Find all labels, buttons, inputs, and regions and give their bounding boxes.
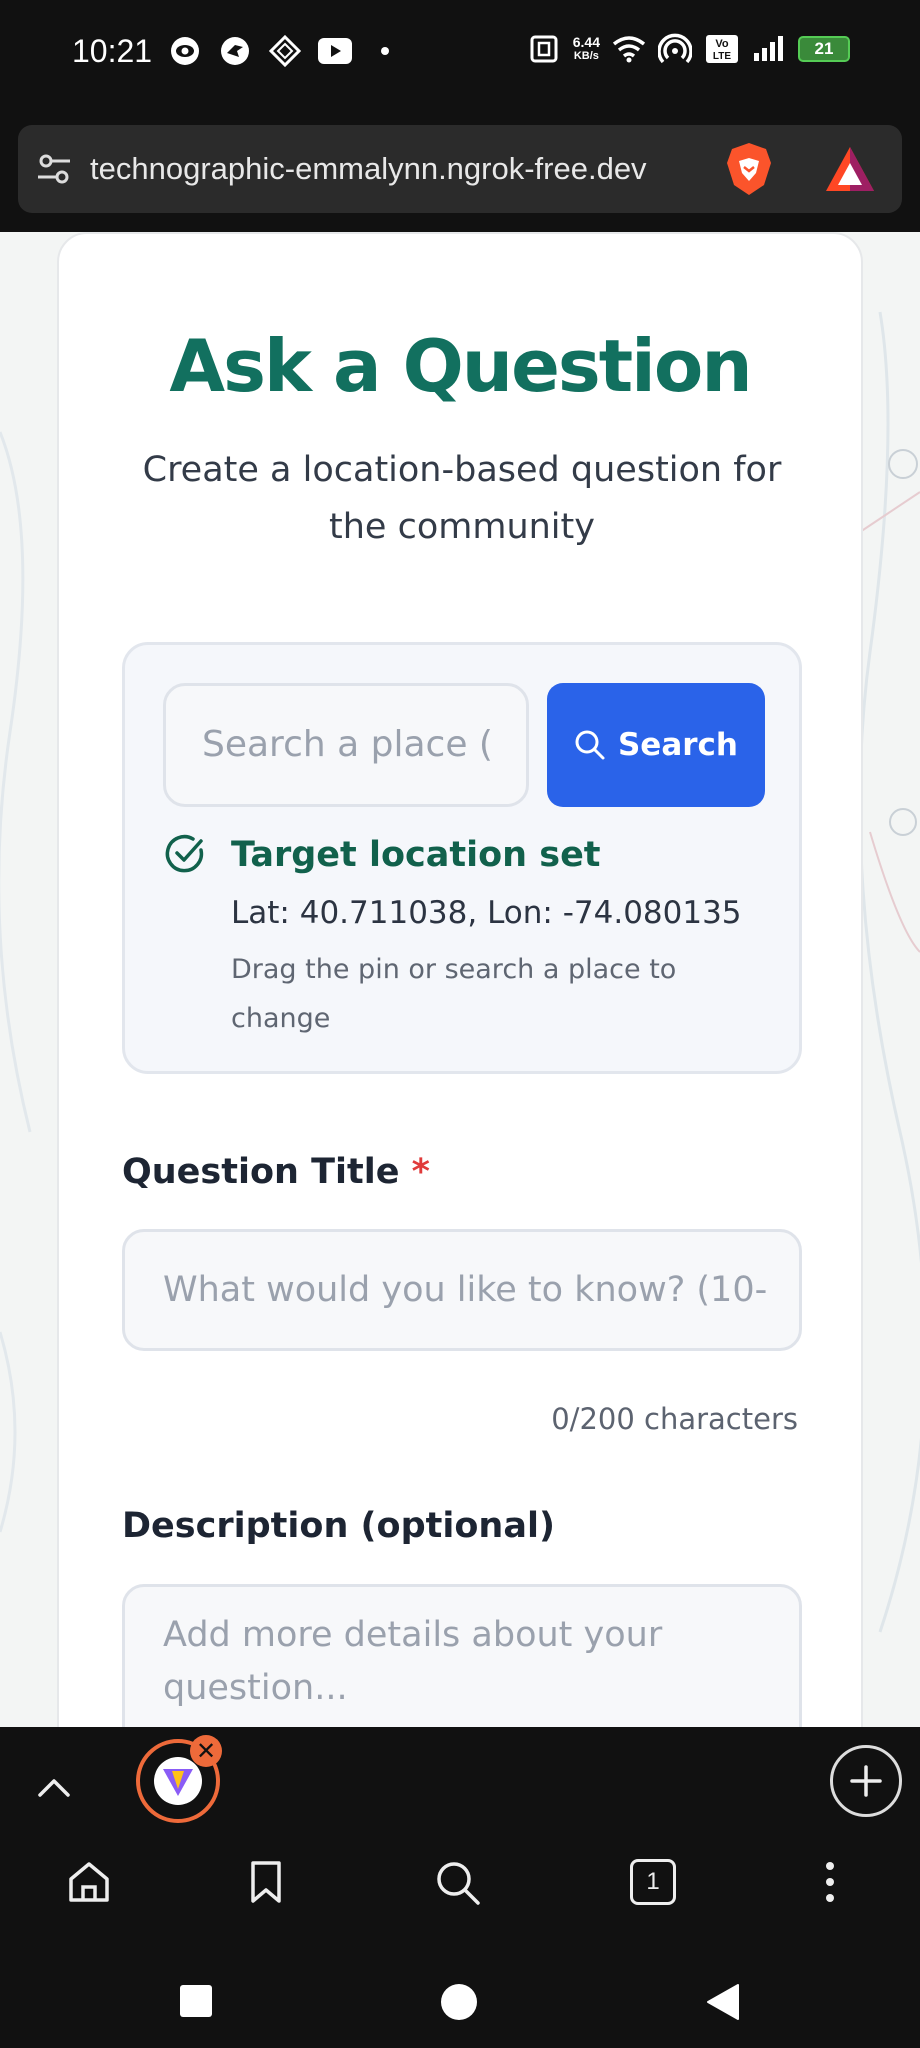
character-counter: 0/200 characters: [551, 1402, 798, 1436]
net-speed-value: 6.44: [572, 34, 600, 50]
new-tab-button[interactable]: [830, 1745, 902, 1817]
more-options-icon[interactable]: [818, 1859, 842, 1909]
system-indicators: 6.44 KB/s Vo LTE 21: [527, 32, 850, 66]
hotspot-icon: [658, 32, 692, 66]
location-hint: Drag the pin or search a place to change: [231, 954, 677, 1034]
description-textarea[interactable]: Add more details about your question...: [122, 1584, 802, 1727]
tab-switcher-button[interactable]: 1: [630, 1859, 676, 1905]
system-nav-bar: [0, 1983, 920, 2033]
volte-icon: Vo LTE: [704, 32, 740, 66]
vite-icon: [154, 1757, 202, 1805]
address-bar[interactable]: technographic-emmalynn.ngrok-free.dev: [18, 125, 902, 213]
brave-shields-icon[interactable]: [724, 141, 774, 201]
search-button-label: Search: [617, 727, 738, 763]
question-form-card: Ask a Question Create a location-based q…: [57, 232, 863, 1727]
battery-indicator: 21: [798, 36, 850, 62]
svg-text:LTE: LTE: [713, 51, 731, 62]
url-text[interactable]: technographic-emmalynn.ngrok-free.dev: [90, 151, 730, 187]
location-panel: Search a place ( Search Target location …: [122, 642, 802, 1074]
url-value: technographic-emmalynn.ngrok-free.dev: [90, 151, 647, 186]
required-mark: *: [411, 1152, 430, 1192]
web-viewport: Ask a Question Create a location-based q…: [0, 232, 920, 1727]
net-speed-unit: KB/s: [573, 50, 599, 62]
browser-bottom-bar: ✕ 1: [0, 1727, 920, 2048]
check-circle-icon: [163, 832, 207, 880]
search-button[interactable]: Search: [547, 683, 765, 807]
search-icon[interactable]: [434, 1859, 482, 1911]
location-coordinates: Lat: 40.711038, Lon: -74.080135: [231, 895, 742, 931]
location-status: Target location set: [231, 835, 601, 875]
brave-rewards-icon[interactable]: [824, 145, 876, 197]
recents-icon[interactable]: [178, 1983, 214, 2023]
status-time: 10:21: [72, 33, 153, 69]
bookmark-icon[interactable]: [246, 1859, 286, 1909]
description-label: Description (optional): [122, 1506, 555, 1546]
search-icon: [575, 730, 605, 760]
plus-icon: [850, 1765, 882, 1797]
site-settings-icon[interactable]: [36, 151, 72, 191]
chevron-up-icon[interactable]: [36, 1775, 72, 1803]
tab-count: 1: [630, 1859, 676, 1905]
notification-icons: [168, 34, 402, 68]
nfc-icon: [527, 32, 561, 66]
back-icon[interactable]: [704, 1983, 742, 2025]
question-title-input[interactable]: What would you like to know? (10-: [122, 1229, 802, 1351]
eye-icon: [168, 34, 202, 68]
question-title-label: Question Title *: [122, 1152, 430, 1192]
youtube-icon: [318, 34, 352, 68]
home-circle-icon[interactable]: [440, 1983, 478, 2025]
svg-text:Vo: Vo: [715, 38, 729, 50]
page-subtitle: Create a location-based question for the…: [142, 450, 782, 547]
place-search-input[interactable]: Search a place (: [163, 683, 529, 807]
wifi-icon: [612, 32, 646, 66]
home-icon[interactable]: [66, 1859, 112, 1909]
browser-nav-row: 1: [0, 1859, 920, 1939]
page-title: Ask a Question: [169, 324, 752, 408]
status-bar: 10:21 6.44 KB/s Vo LTE 21: [0, 0, 920, 110]
question-title-label-text: Question Title: [122, 1152, 400, 1192]
dot-icon: [368, 34, 402, 68]
close-tab-icon[interactable]: ✕: [190, 1735, 222, 1767]
signal-icon: [752, 32, 786, 66]
network-speed: 6.44 KB/s: [573, 35, 600, 63]
bird-app-icon: [218, 34, 252, 68]
diamond-app-icon: [268, 34, 302, 68]
